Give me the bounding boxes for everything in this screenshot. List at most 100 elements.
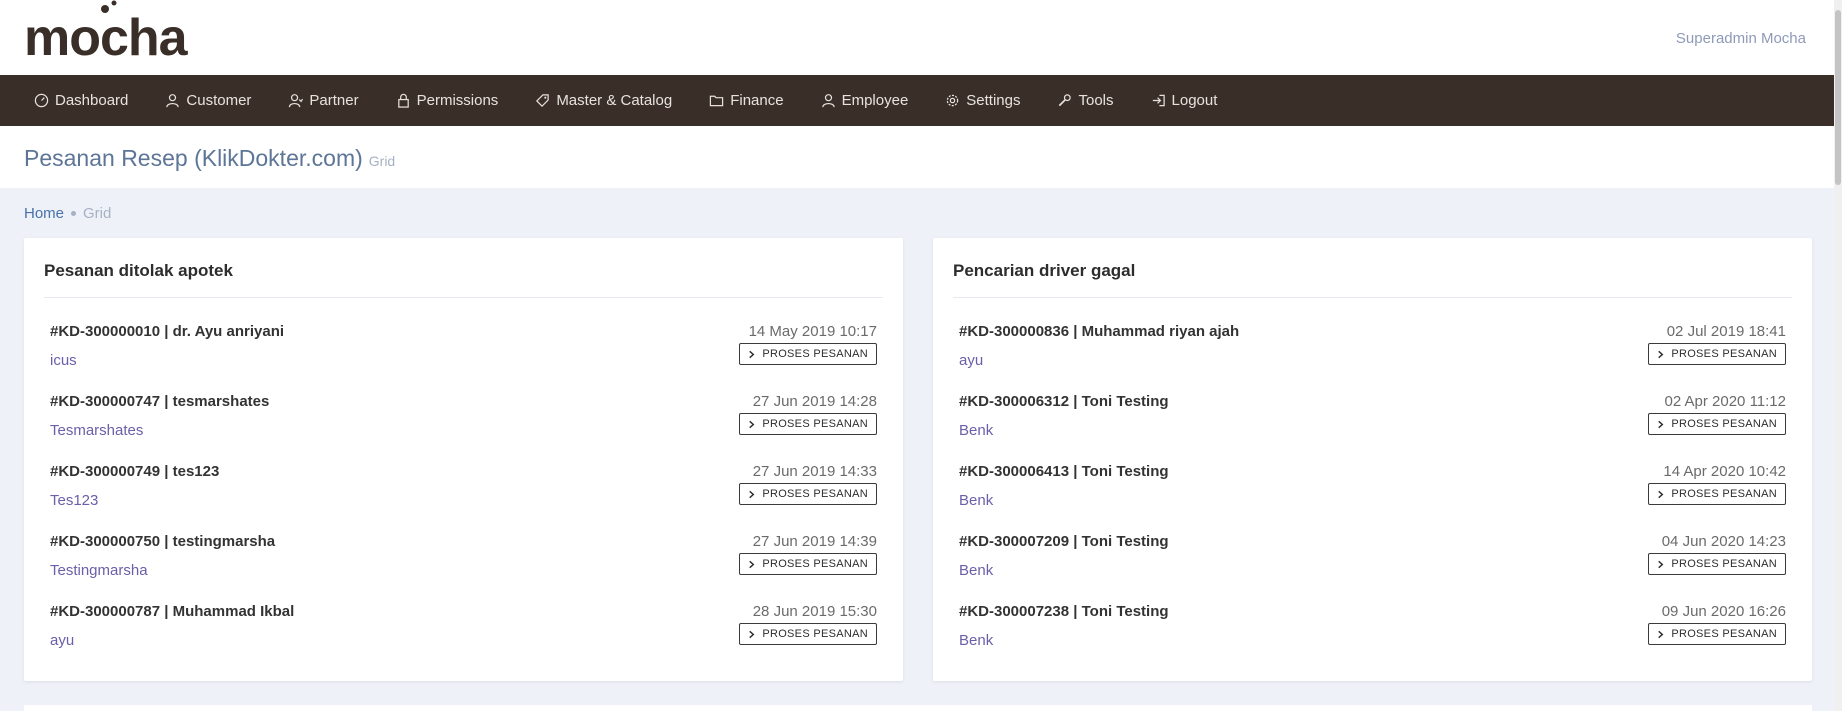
nav-finance[interactable]: Finance <box>709 92 784 109</box>
order-date: 27 Jun 2019 14:28 <box>752 393 877 410</box>
chevron-right-icon <box>1658 350 1664 358</box>
order-pharmacy[interactable]: ayu <box>50 632 74 649</box>
user-icon <box>165 93 180 108</box>
main-navbar: Dashboard Customer Partner Permissions M… <box>0 75 1842 126</box>
lock-icon <box>396 93 411 108</box>
list-item: #KD-300007209 | Toni Testing Benk 04 Jun… <box>959 533 1786 593</box>
list-item: #KD-300000750 | testingmarsha Testingmar… <box>50 533 877 593</box>
list-item: #KD-300000836 | Muhammad riyan ajah ayu … <box>959 323 1786 383</box>
nav-label: Master & Catalog <box>556 92 673 109</box>
page-subtitle: Grid <box>368 153 396 169</box>
chevron-right-icon <box>1658 420 1664 428</box>
nav-partner[interactable]: Partner <box>288 92 359 109</box>
dashboard-icon <box>34 93 49 108</box>
mocha-logo[interactable]: mocha <box>24 0 204 70</box>
nav-label: Logout <box>1171 92 1218 109</box>
proses-pesanan-button[interactable]: PROSES PESANAN <box>1648 553 1786 575</box>
folder-icon <box>709 93 724 108</box>
page-header: Pesanan Resep (KlikDokter.com) Grid <box>0 126 1842 188</box>
order-id-name[interactable]: #KD-300007209 | Toni Testing <box>959 533 1169 550</box>
order-date: 27 Jun 2019 14:39 <box>752 533 877 550</box>
order-id-name[interactable]: #KD-300006312 | Toni Testing <box>959 393 1169 410</box>
proses-pesanan-button[interactable]: PROSES PESANAN <box>1648 623 1786 645</box>
order-pharmacy[interactable]: Benk <box>959 422 993 439</box>
chevron-right-icon <box>1658 560 1664 568</box>
order-id-name[interactable]: #KD-300000010 | dr. Ayu anriyani <box>50 323 284 340</box>
nav-dashboard[interactable]: Dashboard <box>34 92 128 109</box>
list-item: #KD-300006312 | Toni Testing Benk 02 Apr… <box>959 393 1786 453</box>
proses-pesanan-button[interactable]: PROSES PESANAN <box>1648 413 1786 435</box>
order-id-name[interactable]: #KD-300000787 | Muhammad Ikbal <box>50 603 294 620</box>
nav-employee[interactable]: Employee <box>821 92 908 109</box>
nav-settings[interactable]: Settings <box>945 92 1020 109</box>
order-date: 02 Jul 2019 18:41 <box>1666 323 1786 340</box>
scrollbar-thumb[interactable] <box>1835 10 1841 185</box>
order-pharmacy[interactable]: Tesmarshates <box>50 422 143 439</box>
button-label: PROSES PESANAN <box>1671 348 1777 360</box>
proses-pesanan-button[interactable]: PROSES PESANAN <box>739 623 877 645</box>
chevron-right-icon <box>749 560 755 568</box>
proses-pesanan-button[interactable]: PROSES PESANAN <box>739 343 877 365</box>
proses-pesanan-button[interactable]: PROSES PESANAN <box>1648 483 1786 505</box>
order-id-name[interactable]: #KD-300007238 | Toni Testing <box>959 603 1169 620</box>
order-pharmacy[interactable]: icus <box>50 352 77 369</box>
order-id-name[interactable]: #KD-300006413 | Toni Testing <box>959 463 1169 480</box>
nav-tools[interactable]: Tools <box>1057 92 1114 109</box>
button-label: PROSES PESANAN <box>762 488 868 500</box>
nav-logout[interactable]: Logout <box>1151 92 1218 109</box>
next-panel-edge <box>24 705 1812 711</box>
order-id-name[interactable]: #KD-300000749 | tes123 <box>50 463 219 480</box>
list-item: #KD-300000010 | dr. Ayu anriyani icus 14… <box>50 323 877 383</box>
wrench-icon <box>1057 93 1072 108</box>
proses-pesanan-button[interactable]: PROSES PESANAN <box>739 413 877 435</box>
nav-master-catalog[interactable]: Master & Catalog <box>535 92 672 109</box>
order-pharmacy[interactable]: Tes123 <box>50 492 98 509</box>
breadcrumb: Home Grid <box>24 205 111 222</box>
user-icon <box>821 93 836 108</box>
chevron-right-icon <box>1658 490 1664 498</box>
top-bar: mocha Superadmin Mocha <box>0 0 1842 75</box>
list-item: #KD-300007238 | Toni Testing Benk 09 Jun… <box>959 603 1786 663</box>
order-date: 04 Jun 2020 14:23 <box>1661 533 1786 550</box>
order-pharmacy[interactable]: Testingmarsha <box>50 562 148 579</box>
proses-pesanan-button[interactable]: PROSES PESANAN <box>1648 343 1786 365</box>
breadcrumb-current: Grid <box>83 205 112 222</box>
order-date: 02 Apr 2020 11:12 <box>1664 393 1787 410</box>
button-label: PROSES PESANAN <box>1671 418 1777 430</box>
nav-permissions[interactable]: Permissions <box>396 92 499 109</box>
order-id-name[interactable]: #KD-300000750 | testingmarsha <box>50 533 275 550</box>
user-name[interactable]: Superadmin Mocha <box>1676 30 1806 47</box>
nav-label: Partner <box>309 92 359 109</box>
nav-label: Tools <box>1078 92 1114 109</box>
gear-icon <box>945 93 960 108</box>
page-title-text: Pesanan Resep (KlikDokter.com) <box>24 145 363 171</box>
nav-label: Finance <box>730 92 784 109</box>
order-pharmacy[interactable]: Benk <box>959 492 993 509</box>
order-pharmacy[interactable]: Benk <box>959 632 993 649</box>
nav-customer[interactable]: Customer <box>165 92 251 109</box>
logout-icon <box>1151 93 1166 108</box>
list-item: #KD-300000747 | tesmarshates Tesmarshate… <box>50 393 877 453</box>
proses-pesanan-button[interactable]: PROSES PESANAN <box>739 553 877 575</box>
nav-label: Permissions <box>416 92 499 109</box>
order-pharmacy[interactable]: Benk <box>959 562 993 579</box>
chevron-right-icon <box>1658 630 1664 638</box>
panel-divider <box>953 297 1792 298</box>
order-id-name[interactable]: #KD-300000836 | Muhammad riyan ajah <box>959 323 1239 340</box>
order-id-name[interactable]: #KD-300000747 | tesmarshates <box>50 393 269 410</box>
button-label: PROSES PESANAN <box>762 418 868 430</box>
button-label: PROSES PESANAN <box>762 348 868 360</box>
proses-pesanan-button[interactable]: PROSES PESANAN <box>739 483 877 505</box>
panel-pencarian-driver-gagal: Pencarian driver gagal #KD-300000836 | M… <box>933 238 1812 681</box>
order-pharmacy[interactable]: ayu <box>959 352 983 369</box>
order-date: 28 Jun 2019 15:30 <box>752 603 877 620</box>
button-label: PROSES PESANAN <box>1671 558 1777 570</box>
order-date: 09 Jun 2020 16:26 <box>1661 603 1786 620</box>
panel-divider <box>44 297 883 298</box>
chevron-right-icon <box>749 630 755 638</box>
partner-icon <box>288 93 304 108</box>
button-label: PROSES PESANAN <box>762 558 868 570</box>
chevron-right-icon <box>749 420 755 428</box>
breadcrumb-home[interactable]: Home <box>24 205 64 222</box>
page-scrollbar[interactable] <box>1834 0 1842 711</box>
